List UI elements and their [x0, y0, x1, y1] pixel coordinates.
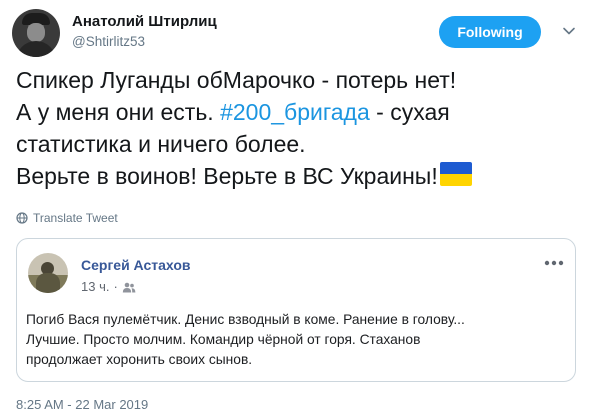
more-dots-icon[interactable]	[543, 259, 565, 267]
hashtag-link[interactable]: #200_бригада	[220, 99, 370, 125]
post-author-avatar[interactable]	[28, 253, 68, 293]
following-button[interactable]: Following	[439, 16, 541, 48]
author-display-name[interactable]: Анатолий Штирлиц	[72, 12, 217, 32]
translate-tweet-link[interactable]: Translate Tweet	[16, 210, 118, 226]
post-line-2: Лучшие. Просто молчим. Командир чёрной о…	[26, 332, 421, 347]
translate-tweet-label: Translate Tweet	[33, 211, 118, 225]
tweet-line-2-start: А у меня они есть.	[16, 99, 221, 125]
post-author-name[interactable]: Сергей Астахов	[81, 256, 191, 274]
meta-separator: ·	[113, 279, 118, 294]
tweet-line-4-text: Верьте в воинов! Верьте в ВС Украины!	[16, 163, 438, 189]
ukraine-flag-icon	[439, 162, 472, 186]
tweet-line-3: статистика и ничего более.	[16, 131, 306, 157]
tweet-line-4: Верьте в воинов! Верьте в ВС Украины!	[16, 160, 586, 192]
post-text: Погиб Вася пулемётчик. Денис взводный в …	[26, 310, 566, 370]
tweet-line-2-end: - сухая	[369, 99, 450, 125]
tweet-line-1: Спикер Луганды обМарочко - потерь нет!	[16, 67, 457, 93]
post-time[interactable]: 13 ч.	[81, 279, 109, 295]
post-line-3: продолжает хоронить своих сынов.	[26, 352, 253, 367]
post-line-1: Погиб Вася пулемётчик. Денис взводный в …	[26, 312, 465, 327]
author-handle[interactable]: @Shtirlitz53	[72, 33, 145, 51]
tweet-timestamp[interactable]: 8:25 AM - 22 Mar 2019	[16, 397, 148, 413]
globe-icon	[16, 212, 28, 224]
tweet-line-2: А у меня они есть. #200_бригада - сухая	[16, 96, 586, 128]
post-meta: 13 ч. ·	[81, 279, 136, 295]
tweet-text: Спикер Луганды обМарочко - потерь нет! А…	[16, 64, 586, 192]
author-avatar[interactable]	[12, 9, 60, 57]
chevron-down-icon[interactable]	[560, 22, 578, 40]
friends-icon	[122, 282, 136, 292]
embedded-post-card[interactable]: Сергей Астахов 13 ч. · Погиб Вася пулемё…	[16, 238, 576, 382]
